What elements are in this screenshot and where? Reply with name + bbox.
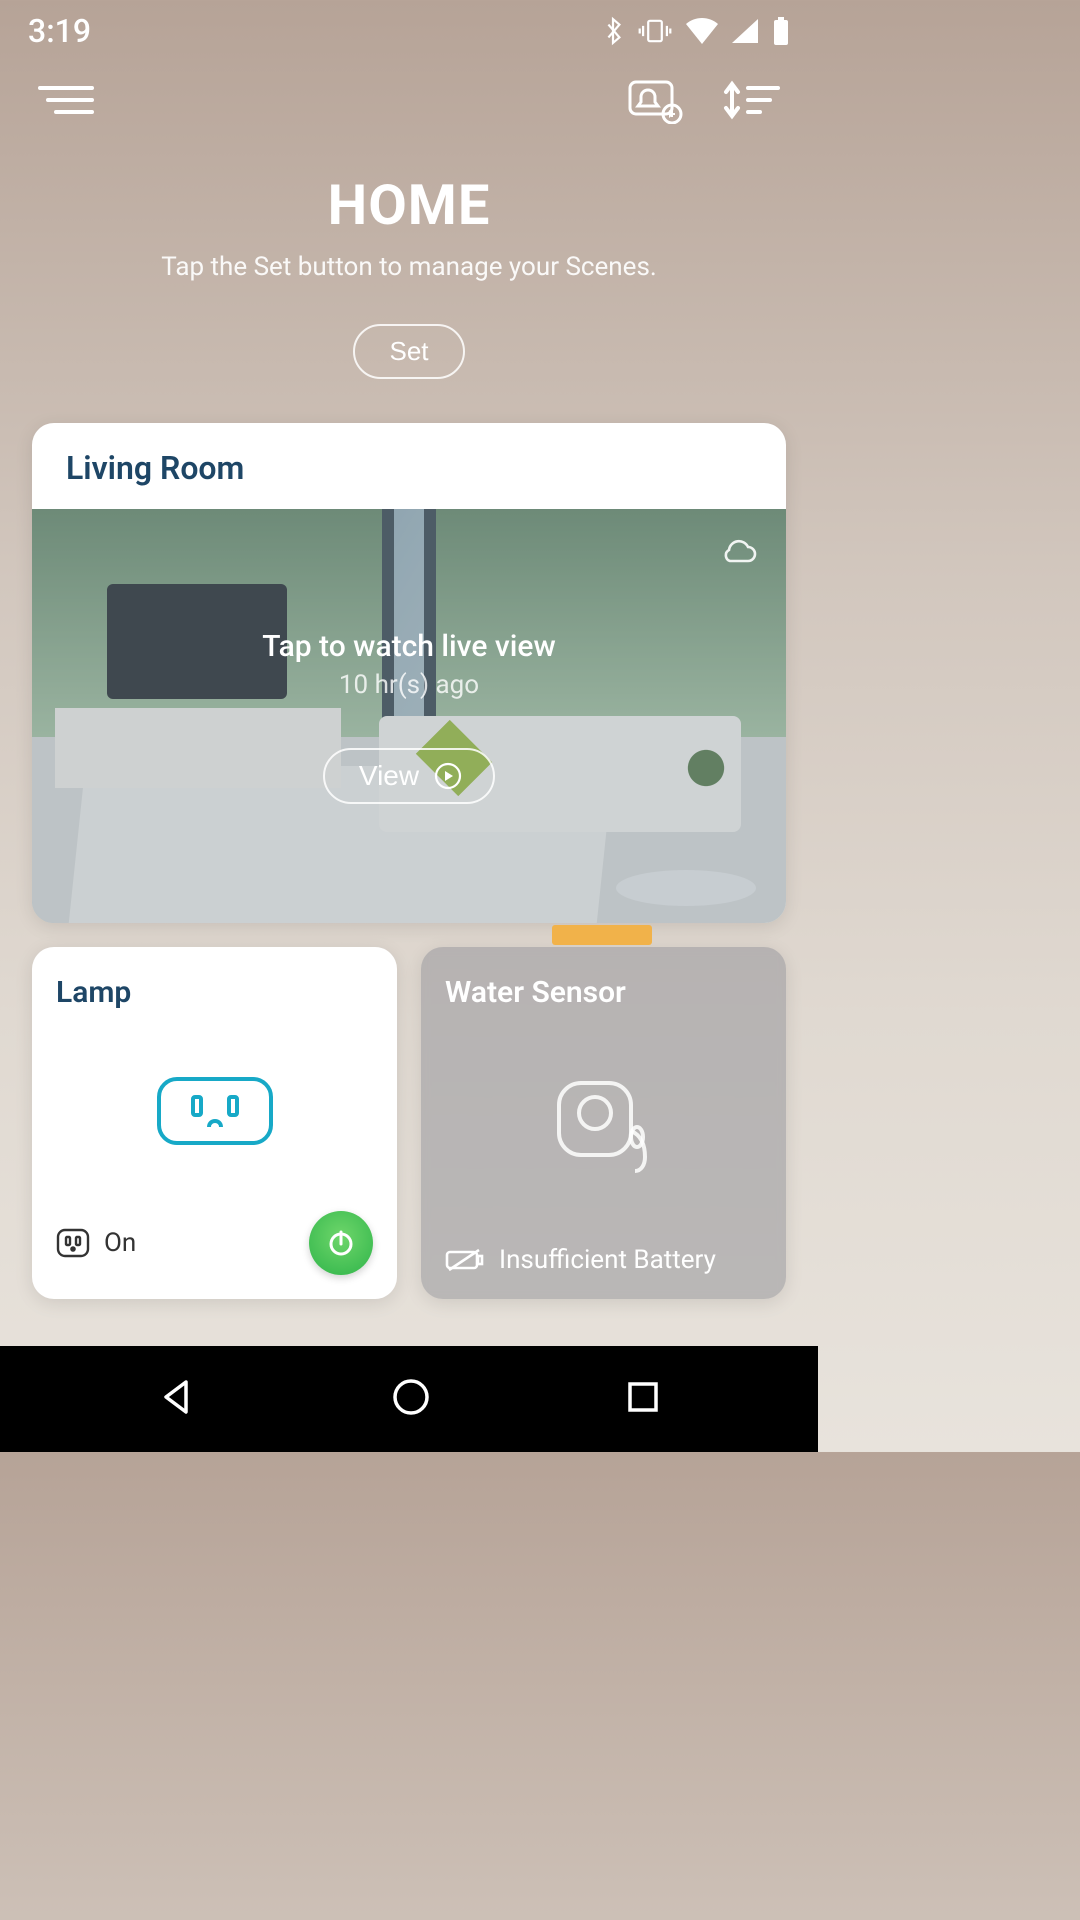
app-bar	[0, 62, 818, 142]
automation-bell-icon	[626, 76, 684, 124]
nav-recent-button[interactable]	[624, 1378, 662, 1420]
menu-button[interactable]	[36, 80, 96, 124]
status-bar: 3:19	[0, 0, 818, 62]
device-name: Water Sensor	[445, 975, 762, 1010]
wifi-icon	[686, 18, 718, 44]
device-status-label: On	[104, 1228, 136, 1258]
battery-low-icon	[445, 1246, 485, 1274]
automation-button[interactable]	[626, 76, 684, 128]
device-footer: Insufficient Battery	[445, 1245, 762, 1275]
page-title: HOME	[20, 172, 798, 238]
view-button-label: View	[359, 760, 419, 792]
live-overlay: Tap to watch live view 10 hr(s) ago View	[32, 509, 786, 923]
status-time: 3:19	[28, 12, 91, 50]
device-status-label: Insufficient Battery	[499, 1245, 716, 1275]
sort-icon	[720, 78, 782, 122]
accent-bar	[552, 925, 652, 945]
device-name: Lamp	[56, 975, 373, 1010]
square-recent-icon	[624, 1378, 662, 1416]
page-subtitle: Tap the Set button to manage your Scenes…	[20, 252, 798, 282]
device-footer: On	[56, 1211, 373, 1275]
vibrate-icon	[638, 17, 672, 45]
nav-back-button[interactable]	[156, 1376, 198, 1422]
cards-area: Living Room Tap to watch live view 10 hr…	[0, 379, 818, 1299]
camera-live-view[interactable]: Tap to watch live view 10 hr(s) ago View	[32, 509, 786, 923]
plug-outlet-small-icon	[56, 1228, 90, 1258]
sort-button[interactable]	[720, 78, 782, 126]
status-icons	[602, 16, 790, 46]
room-card[interactable]: Living Room Tap to watch live view 10 hr…	[32, 423, 786, 923]
bluetooth-icon	[602, 16, 624, 46]
nav-home-button[interactable]	[390, 1376, 432, 1422]
menu-icon	[36, 80, 96, 120]
water-sensor-icon	[549, 1073, 659, 1183]
room-name: Living Room	[32, 423, 786, 509]
play-circle-icon	[433, 761, 463, 791]
power-toggle[interactable]	[309, 1211, 373, 1275]
plug-outlet-icon	[155, 1075, 275, 1147]
power-icon	[326, 1228, 356, 1258]
cell-signal-icon	[732, 19, 758, 43]
device-card-lamp[interactable]: Lamp On	[32, 947, 397, 1299]
triangle-back-icon	[156, 1376, 198, 1418]
live-timestamp: 10 hr(s) ago	[339, 670, 479, 700]
set-button-label: Set	[389, 336, 428, 366]
view-button[interactable]: View	[323, 748, 495, 804]
battery-icon	[772, 17, 790, 45]
device-card-water-sensor[interactable]: Water Sensor Insufficient Battery	[421, 947, 786, 1299]
hero: HOME Tap the Set button to manage your S…	[0, 142, 818, 379]
live-label: Tap to watch live view	[262, 629, 556, 664]
circle-home-icon	[390, 1376, 432, 1418]
android-nav-bar	[0, 1346, 818, 1452]
set-button[interactable]: Set	[353, 324, 464, 379]
